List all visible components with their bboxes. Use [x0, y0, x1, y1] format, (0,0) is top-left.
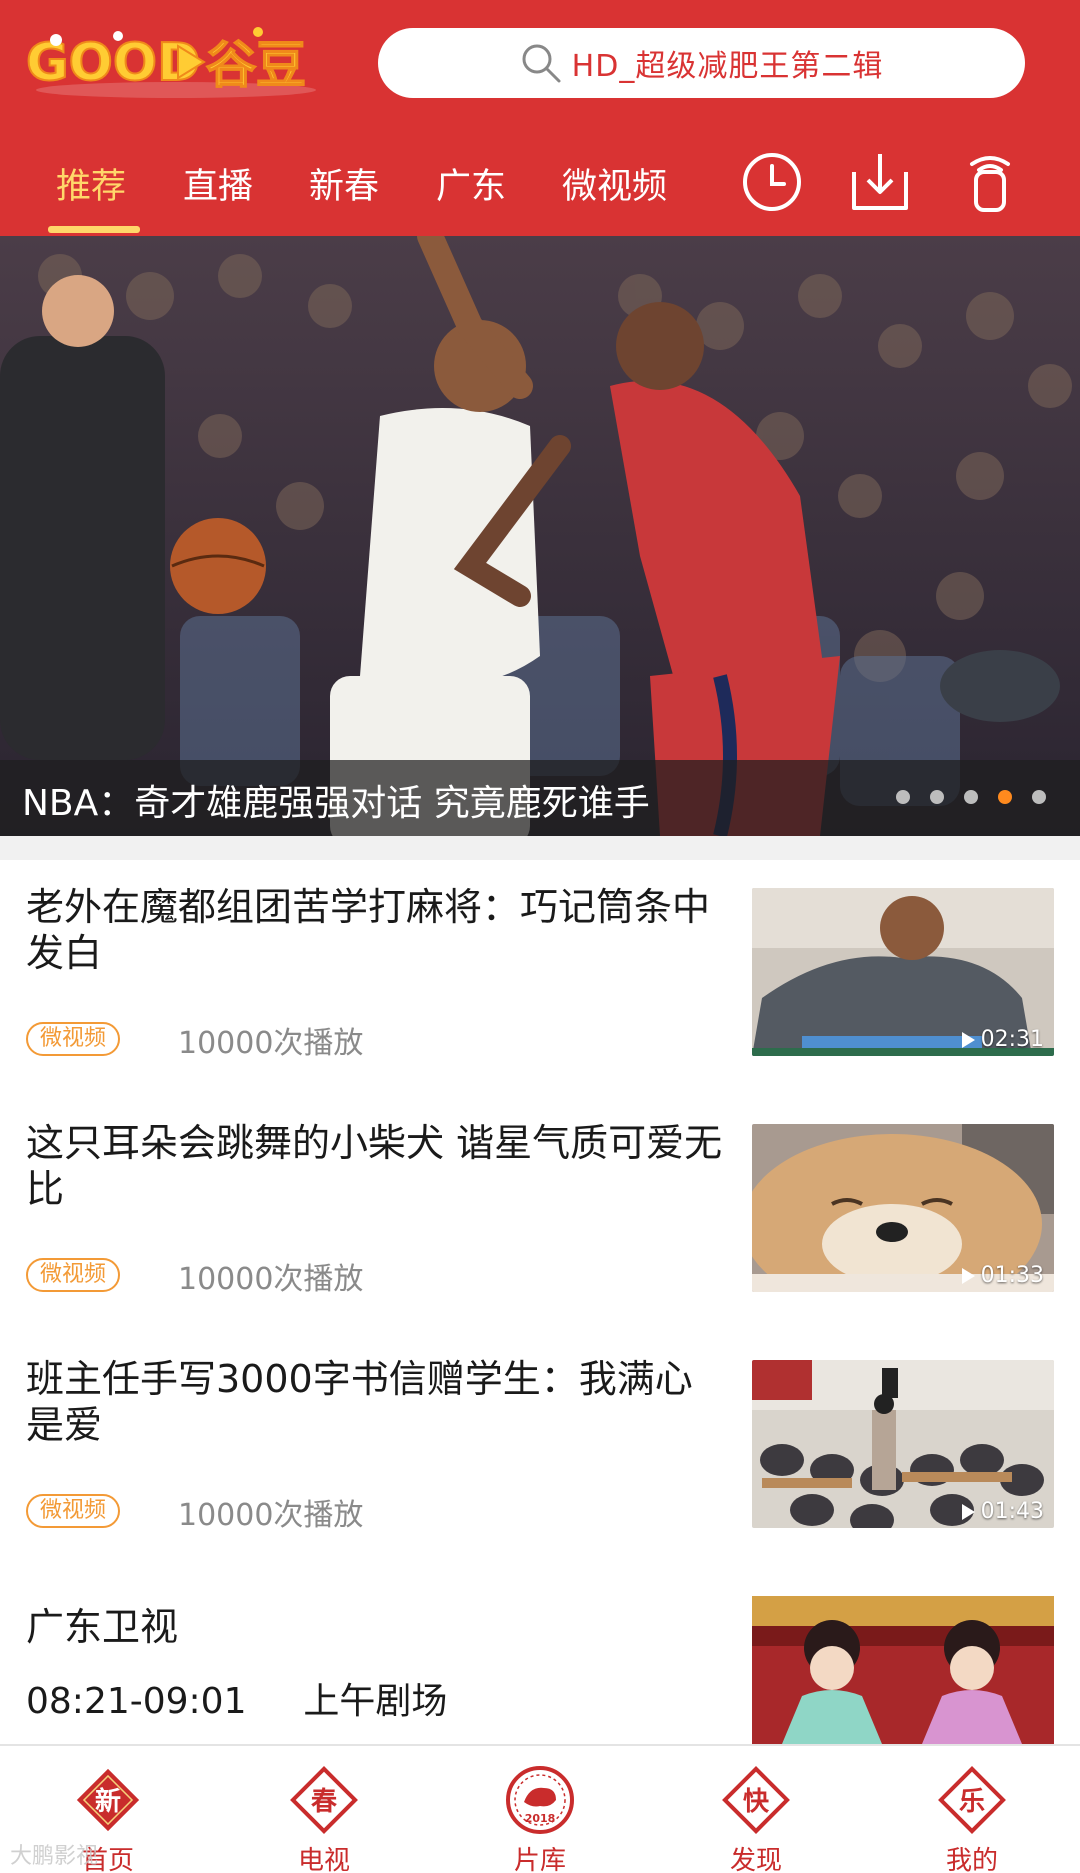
nav-label: 我的 — [945, 1846, 998, 1873]
feed-item[interactable]: 这只耳朵会跳舞的小柴犬 谐星气质可爱无比 微视频 10000次播放 01:33 — [0, 1096, 1080, 1332]
nav-profile[interactable]: 乐 我的 — [864, 1746, 1080, 1873]
feed-item-tag: 微视频 — [26, 1022, 121, 1056]
carousel-dot[interactable] — [896, 790, 910, 804]
tv-badge-icon: 春 — [290, 1766, 358, 1834]
carousel-dot[interactable] — [964, 790, 978, 804]
play-icon — [961, 1503, 975, 1520]
feed-item[interactable]: 班主任手写3000字书信赠学生：我满心是爱 微视频 10000次播放 01:43 — [0, 1332, 1080, 1568]
play-icon — [961, 1267, 975, 1284]
nav-home[interactable]: 新 首页 大鹏影视 — [0, 1746, 216, 1873]
feed-item-tag: 微视频 — [26, 1494, 121, 1528]
live-tv-item[interactable]: 广东卫视 08:21-09:01 上午剧场 — [0, 1596, 1080, 1744]
hero-banner[interactable]: NBA：奇才雄鹿强强对话 究竟鹿死谁手 — [0, 236, 1080, 836]
tab-recommend[interactable]: 推荐 — [56, 158, 126, 209]
feed-item-thumbnail[interactable]: 02:31 — [752, 888, 1054, 1056]
feed-item-title: 这只耳朵会跳舞的小柴犬 谐星气质可爱无比 — [26, 1121, 723, 1211]
tab-live[interactable]: 直播 — [183, 158, 253, 209]
bottom-navigation: 新 首页 大鹏影视 春 电视 2018 片库 快 发现 乐 我的 — [0, 1744, 1080, 1873]
history-clock-icon[interactable] — [740, 150, 804, 214]
cast-icon[interactable] — [958, 150, 1022, 214]
download-icon[interactable] — [848, 150, 912, 214]
svg-text:谷豆: 谷豆 — [206, 36, 306, 94]
tv-time-range: 08:21-09:01 — [26, 1681, 247, 1722]
app-logo[interactable]: GOOD 谷豆 — [25, 18, 336, 102]
tv-program-name: 上午剧场 — [303, 1681, 448, 1722]
nav-badge-text: 快 — [743, 1787, 770, 1817]
carousel-dot[interactable] — [1032, 790, 1046, 804]
thumbnail-image — [752, 1596, 1054, 1744]
nav-badge-text: 乐 — [959, 1787, 985, 1817]
active-tab-indicator — [48, 226, 140, 233]
home-badge-icon: 新 — [76, 1768, 140, 1832]
tv-channel-name: 广东卫视 — [26, 1605, 179, 1649]
tv-thumbnail[interactable] — [752, 1596, 1054, 1744]
feed-item-tag: 微视频 — [26, 1258, 121, 1292]
profile-badge-icon: 乐 — [938, 1766, 1006, 1834]
category-tabs: 推荐 直播 新春 广东 微视频 — [0, 140, 1080, 236]
video-duration: 01:43 — [961, 1499, 1044, 1524]
search-bar[interactable]: HD_超级减肥王第二辑 — [378, 28, 1025, 98]
feed-item-title: 班主任手写3000字书信赠学生：我满心是爱 — [26, 1357, 693, 1447]
tab-micro-video[interactable]: 微视频 — [562, 158, 667, 209]
feed-item[interactable]: 老外在魔都组团苦学打麻将：巧记筒条中发白 微视频 10000次播放 02:31 — [0, 860, 1080, 1096]
discover-badge-icon: 快 — [722, 1766, 790, 1834]
nav-badge-text: 2018 — [525, 1812, 556, 1825]
nav-tv[interactable]: 春 电视 — [216, 1746, 432, 1873]
feed-item-plays: 10000次播放 — [178, 1026, 364, 1061]
duration-text: 01:43 — [980, 1499, 1044, 1524]
play-icon — [961, 1031, 975, 1048]
tab-guangdong[interactable]: 广东 — [436, 158, 506, 209]
duration-text: 02:31 — [980, 1027, 1044, 1052]
video-duration: 01:33 — [961, 1263, 1044, 1288]
banner-caption: NBA：奇才雄鹿强强对话 究竟鹿死谁手 — [0, 760, 1080, 836]
search-icon — [522, 44, 561, 83]
nav-badge-text: 春 — [311, 1787, 337, 1817]
tv-schedule: 08:21-09:01 上午剧场 — [26, 1672, 447, 1724]
banner-title: NBA：奇才雄鹿强强对话 究竟鹿死谁手 — [22, 783, 650, 824]
dog-year-badge-icon: 2018 — [506, 1766, 574, 1834]
logo-graphic: GOOD 谷豆 — [25, 27, 316, 98]
carousel-dot-active[interactable] — [998, 790, 1012, 804]
feed-item-plays: 10000次播放 — [178, 1262, 364, 1297]
watermark: 大鹏影视 — [10, 1844, 99, 1869]
app-header: GOOD 谷豆 HD_超级减肥王第二辑 推荐 直播 新春 广东 微视频 — [0, 0, 1080, 236]
nav-label: 发现 — [729, 1846, 782, 1873]
carousel-dots — [896, 790, 1046, 804]
nav-discover[interactable]: 快 发现 — [648, 1746, 864, 1873]
tab-new-year[interactable]: 新春 — [309, 158, 379, 209]
duration-text: 01:33 — [980, 1263, 1044, 1288]
nav-label: 片库 — [513, 1846, 566, 1873]
search-placeholder: HD_超级减肥王第二辑 — [571, 49, 884, 84]
section-divider — [0, 836, 1080, 860]
nav-library[interactable]: 2018 片库 — [432, 1746, 648, 1873]
feed-item-thumbnail[interactable]: 01:43 — [752, 1360, 1054, 1528]
feed-item-plays: 10000次播放 — [178, 1498, 364, 1533]
feed-item-thumbnail[interactable]: 01:33 — [752, 1124, 1054, 1292]
nav-label: 电视 — [297, 1846, 350, 1873]
feed-item-title: 老外在魔都组团苦学打麻将：巧记筒条中发白 — [26, 885, 711, 975]
carousel-dot[interactable] — [930, 790, 944, 804]
banner-image — [0, 236, 1080, 836]
video-duration: 02:31 — [961, 1027, 1044, 1052]
nav-badge-text: 新 — [95, 1786, 121, 1817]
